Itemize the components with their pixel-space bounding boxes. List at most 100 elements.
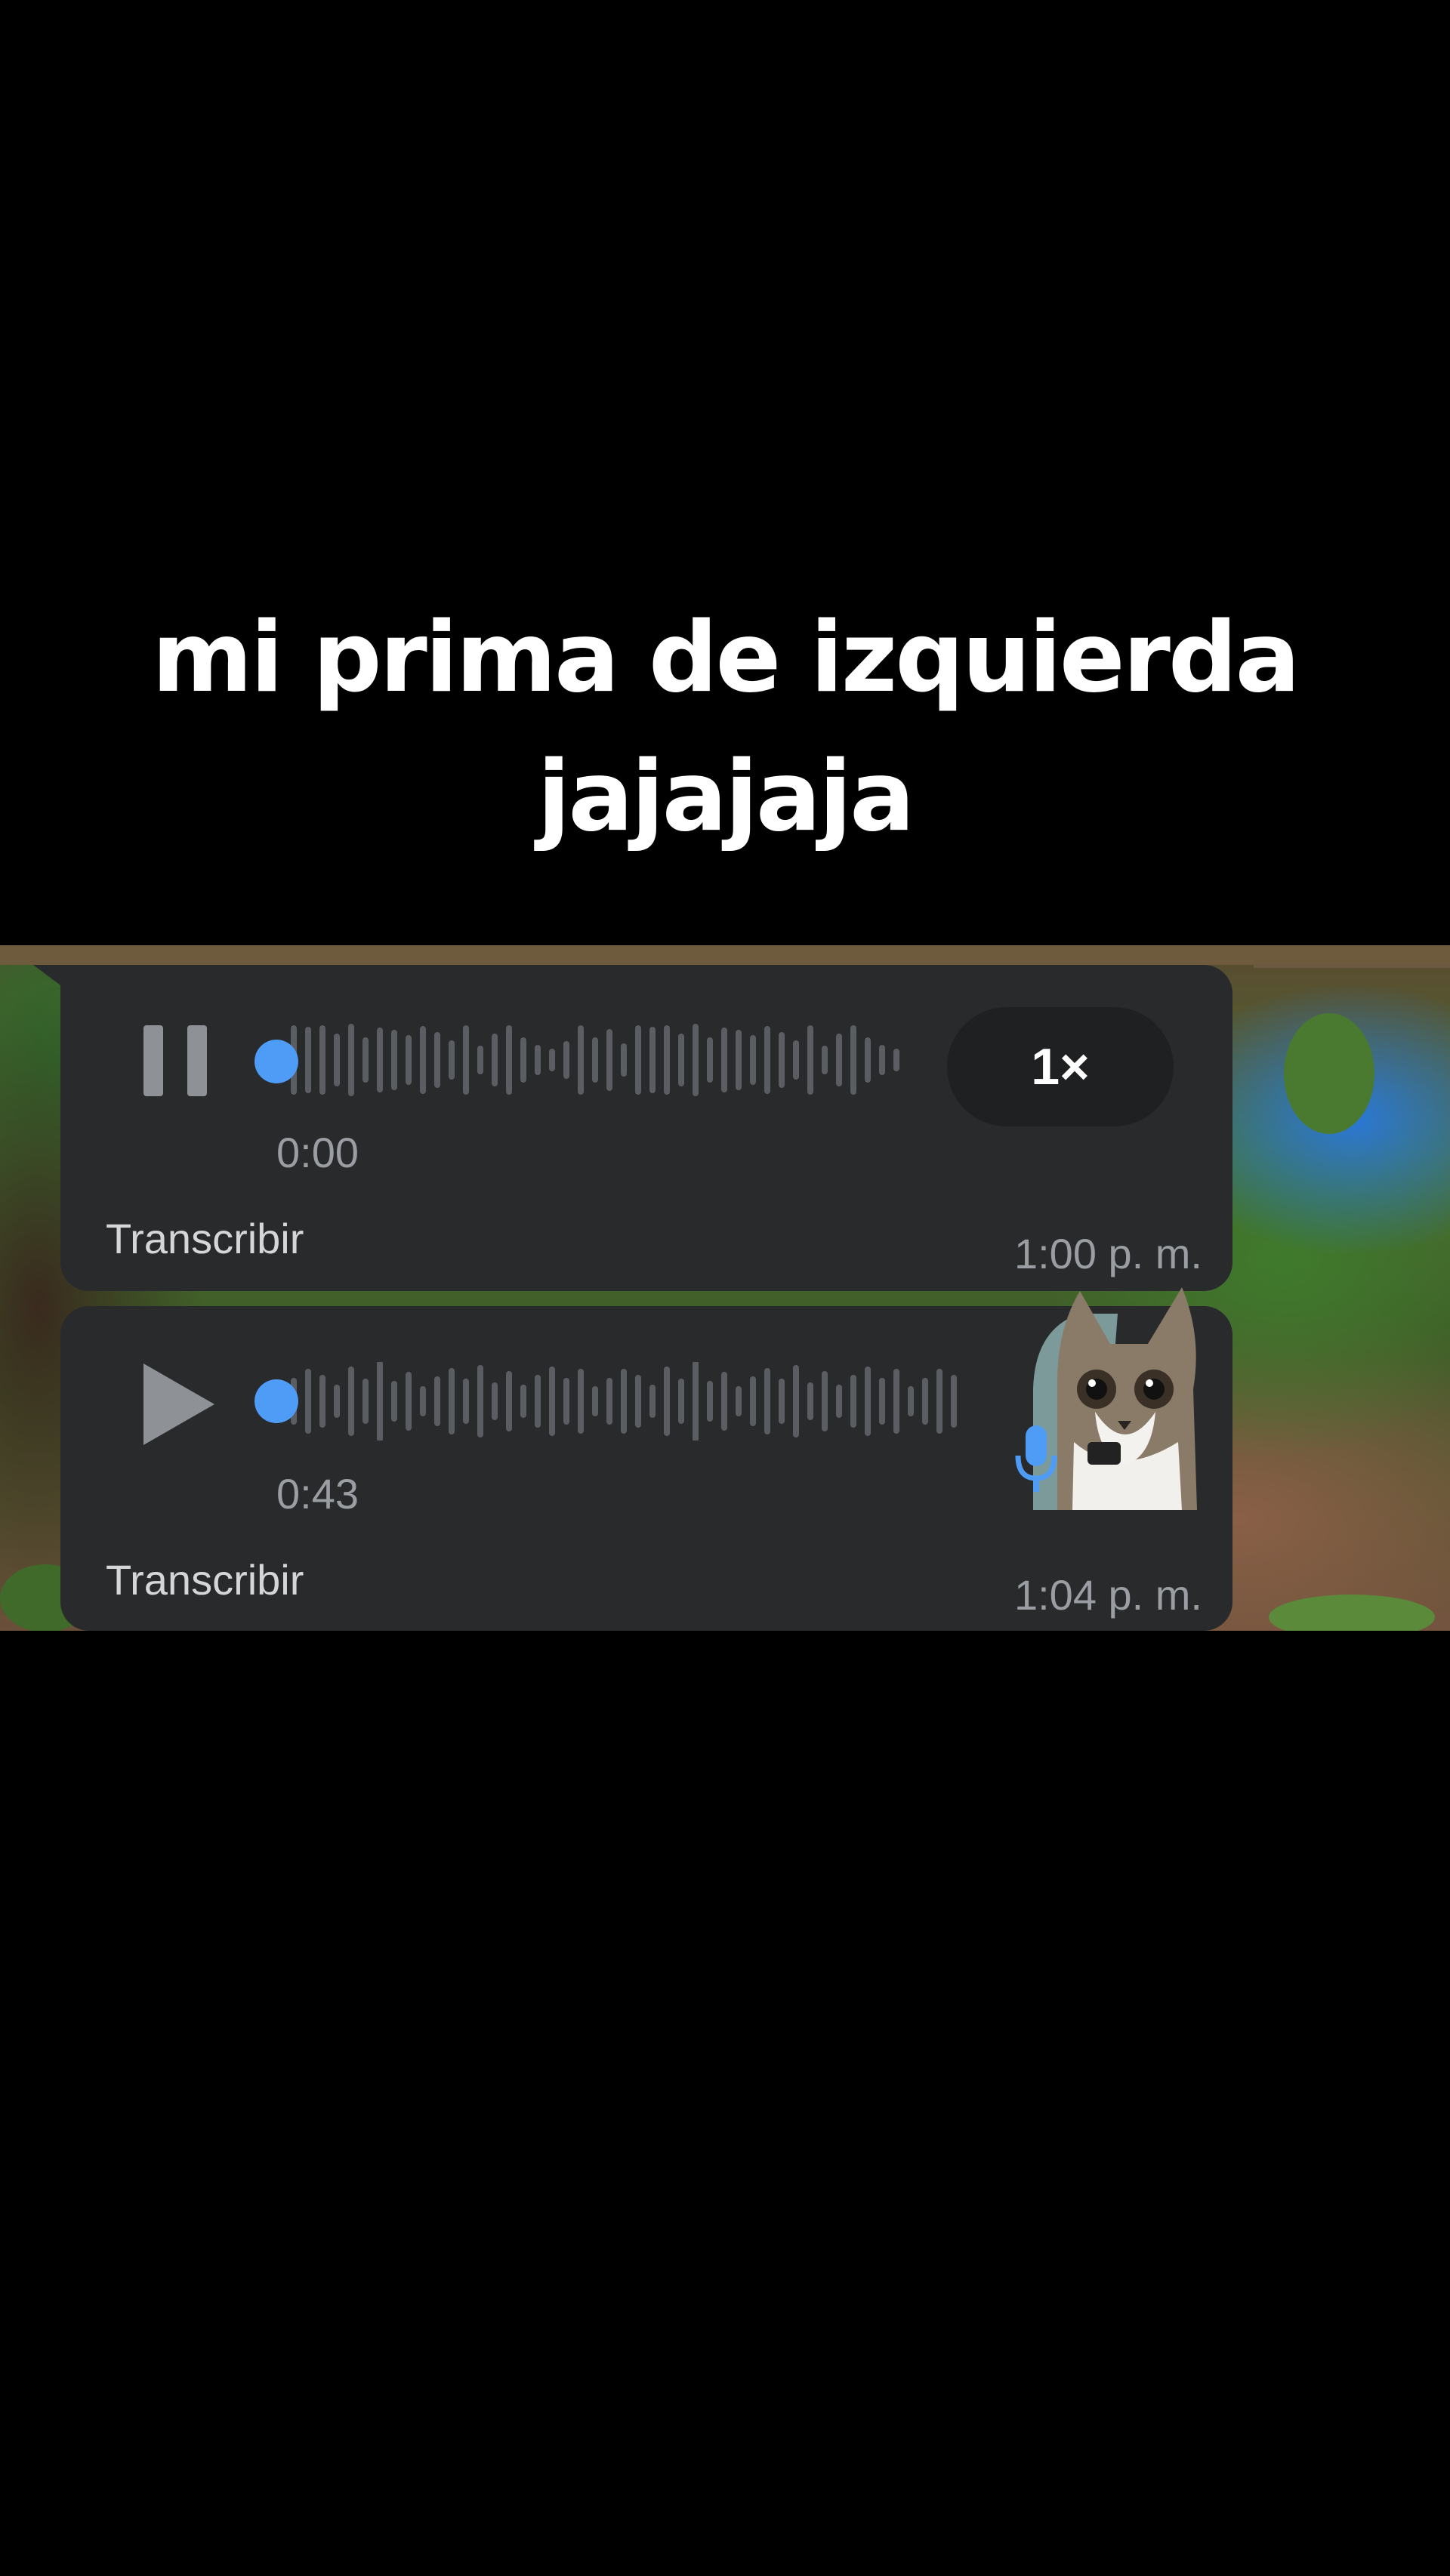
waveform-bar xyxy=(592,1386,598,1416)
waveform-bar xyxy=(420,1026,426,1094)
waveform-bar xyxy=(936,1369,942,1434)
waveform-bar xyxy=(922,1378,928,1425)
waveform[interactable] xyxy=(272,1021,921,1099)
waveform-bar xyxy=(477,1365,483,1437)
waveform-bar xyxy=(635,1375,641,1428)
waveform-bar xyxy=(807,1382,813,1420)
waveform-bar xyxy=(707,1037,713,1083)
waveform-bar xyxy=(893,1049,899,1071)
waveform-bar xyxy=(793,1040,799,1080)
waveform-bar xyxy=(449,1368,455,1434)
waveform-bar xyxy=(492,1382,498,1420)
waveform-bar xyxy=(362,1379,369,1424)
waveform-bar xyxy=(563,1378,569,1425)
waveform-bar xyxy=(319,1375,325,1428)
waveform-bar xyxy=(865,1367,871,1436)
waveform-bar xyxy=(406,1035,412,1085)
playback-position: 0:00 xyxy=(276,1129,359,1176)
caption-line-2: jajajaja xyxy=(537,741,915,853)
waveform-bar xyxy=(391,1381,397,1422)
pause-button[interactable] xyxy=(140,1024,216,1099)
transcribe-link[interactable]: Transcribir xyxy=(106,1214,304,1263)
waveform-bar xyxy=(736,1030,742,1090)
waveform-bar xyxy=(678,1034,684,1086)
playback-speed-button[interactable]: 1× xyxy=(947,1007,1174,1126)
waveform-bar xyxy=(549,1367,555,1436)
waveform-bar xyxy=(865,1037,871,1083)
waveform-bar xyxy=(535,1045,541,1075)
waveform-bar xyxy=(592,1037,598,1083)
playback-scrubber[interactable] xyxy=(255,1040,298,1083)
waveform-bar xyxy=(606,1378,612,1425)
caption-line-1: mi prima de izquierda xyxy=(152,602,1300,714)
waveform-bar xyxy=(908,1386,914,1416)
waveform-bar xyxy=(822,1046,828,1074)
play-icon xyxy=(143,1363,214,1445)
waveform-bar xyxy=(693,1024,699,1096)
waveform-bar xyxy=(520,1385,526,1418)
waveform-bar xyxy=(506,1025,512,1095)
waveform-bar xyxy=(377,1028,383,1092)
waveform-bar xyxy=(406,1372,412,1431)
waveform-bar xyxy=(348,1367,354,1436)
waveform-bar xyxy=(391,1030,397,1090)
waveform-bar xyxy=(693,1362,699,1441)
waveform-bar xyxy=(377,1362,383,1441)
waveform-bar xyxy=(707,1381,713,1422)
play-button[interactable] xyxy=(140,1362,216,1445)
message-timestamp: 1:00 p. m. xyxy=(1013,1230,1202,1277)
waveform-bar xyxy=(535,1375,541,1428)
waveform-bar xyxy=(463,1025,469,1095)
waveform-bar xyxy=(764,1026,770,1094)
waveform-bar xyxy=(506,1371,512,1431)
waveform-bar xyxy=(664,1025,670,1095)
video-caption: mi prima de izquierda jajajaja xyxy=(0,589,1450,867)
waveform-bar xyxy=(362,1037,369,1083)
waveform-bar xyxy=(563,1041,569,1079)
waveform-bar xyxy=(434,1032,440,1088)
waveform-bar xyxy=(836,1034,842,1086)
waveform-bar xyxy=(578,1025,584,1095)
waveform-bar xyxy=(621,1043,627,1077)
waveform-bar xyxy=(463,1379,469,1424)
waveform-bar xyxy=(621,1369,627,1434)
transcribe-link[interactable]: Transcribir xyxy=(106,1555,304,1604)
waveform-bar xyxy=(492,1034,498,1086)
waveform[interactable] xyxy=(272,1362,982,1441)
waveform-bar xyxy=(721,1372,727,1431)
waveform-bar xyxy=(319,1025,325,1095)
waveform-bar xyxy=(793,1365,799,1437)
waveform-bar xyxy=(779,1379,785,1424)
waveform-bar xyxy=(893,1369,899,1434)
waveform-bar xyxy=(736,1386,742,1416)
waveform-bar xyxy=(807,1025,813,1095)
message-timestamp: 1:04 p. m. xyxy=(1013,1571,1202,1619)
waveform-bar xyxy=(951,1375,957,1428)
waveform-bar xyxy=(348,1024,354,1096)
waveform-bar xyxy=(879,1045,885,1075)
waveform-bar xyxy=(305,1027,311,1093)
waveform-bar xyxy=(334,1385,340,1418)
waveform-bar xyxy=(879,1378,885,1425)
waveform-bar xyxy=(434,1376,440,1426)
waveform-bar xyxy=(420,1386,426,1416)
waveform-bar xyxy=(678,1379,684,1424)
waveform-bar xyxy=(836,1385,842,1418)
playback-scrubber[interactable] xyxy=(255,1379,298,1423)
message-duration: 0:43 xyxy=(276,1470,359,1518)
waveform-bar xyxy=(750,1035,756,1085)
waveform-bar xyxy=(549,1049,555,1071)
waveform-bar xyxy=(664,1367,670,1436)
waveform-bar xyxy=(822,1371,828,1431)
waveform-bar xyxy=(850,1375,856,1428)
waveform-bar xyxy=(721,1028,727,1092)
waveform-bar xyxy=(649,1027,656,1093)
waveform-bar xyxy=(750,1376,756,1426)
waveform-bar xyxy=(578,1369,584,1434)
waveform-bar xyxy=(764,1368,770,1434)
waveform-bar xyxy=(649,1385,656,1418)
waveform-bar xyxy=(635,1025,641,1095)
waveform-bar xyxy=(305,1369,311,1434)
waveform-bar xyxy=(520,1037,526,1083)
waveform-bar xyxy=(334,1034,340,1086)
